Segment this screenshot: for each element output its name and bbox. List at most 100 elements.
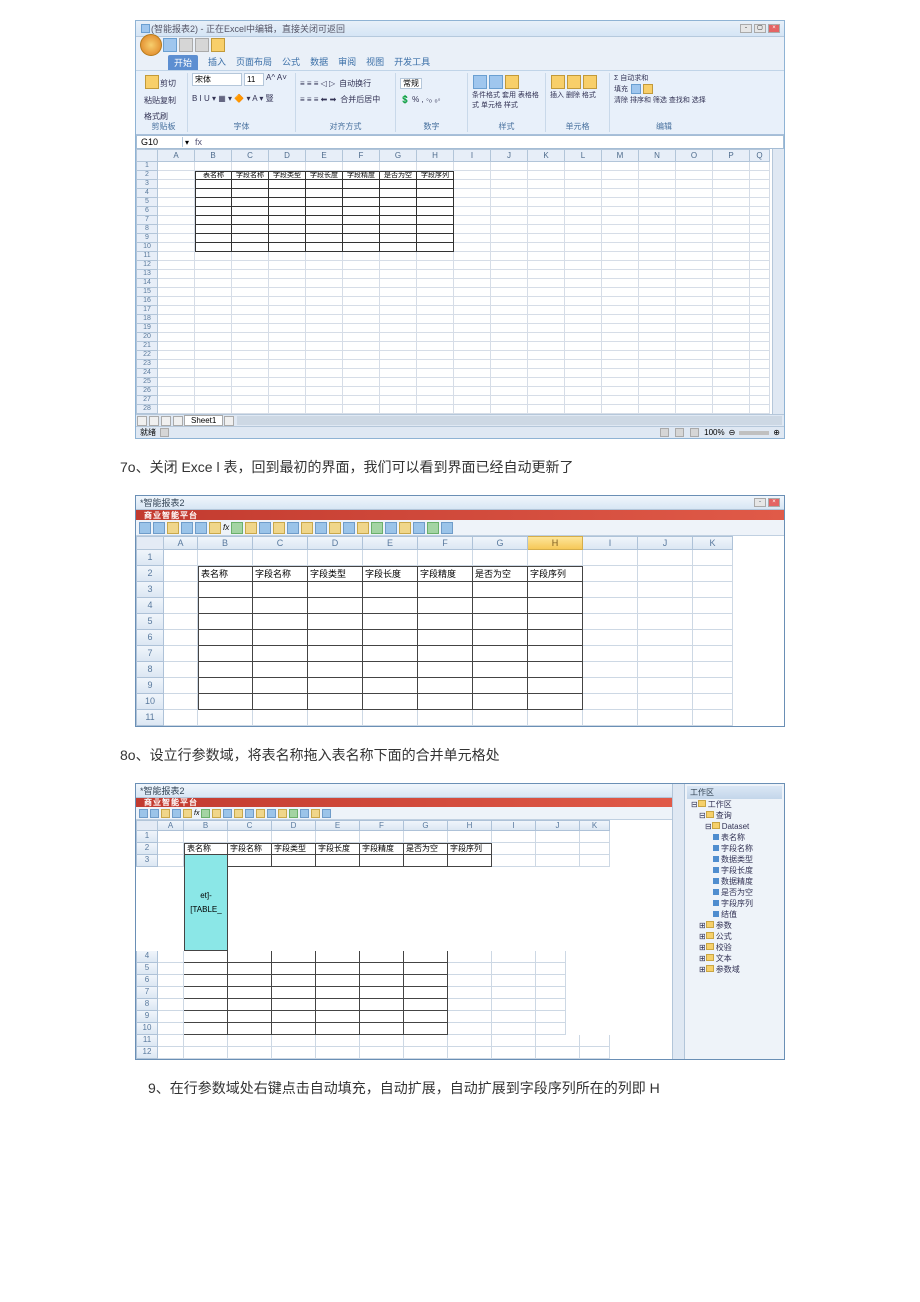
tab-formula[interactable]: 公式 (282, 55, 300, 70)
cell[interactable] (164, 710, 198, 726)
cell[interactable] (750, 207, 770, 216)
cell[interactable] (639, 288, 676, 297)
col-header[interactable]: A (164, 536, 198, 550)
cell[interactable] (750, 234, 770, 243)
cell[interactable] (343, 360, 380, 369)
cell[interactable] (491, 333, 528, 342)
vertical-scrollbar[interactable] (672, 784, 684, 1059)
tool-icon[interactable] (245, 522, 257, 534)
cell[interactable] (184, 831, 228, 843)
cell[interactable] (676, 351, 713, 360)
cell[interactable] (473, 582, 528, 598)
row-header[interactable]: 2 (136, 566, 164, 582)
cell[interactable] (417, 234, 454, 243)
cell[interactable] (363, 694, 418, 710)
cell[interactable] (639, 315, 676, 324)
tool-icon[interactable] (150, 809, 159, 818)
cell[interactable] (454, 234, 491, 243)
cell[interactable] (417, 297, 454, 306)
row-header[interactable]: 6 (136, 207, 158, 216)
tool-icon[interactable] (427, 522, 439, 534)
cell[interactable] (565, 171, 602, 180)
cell[interactable] (195, 180, 232, 189)
cell[interactable]: 字段精度 (343, 171, 380, 180)
cell[interactable] (639, 234, 676, 243)
cell[interactable] (492, 1035, 536, 1047)
cell[interactable] (380, 405, 417, 414)
cell[interactable] (639, 252, 676, 261)
cell[interactable] (676, 234, 713, 243)
cell[interactable]: 表名称 (198, 566, 253, 582)
cell[interactable] (639, 171, 676, 180)
cell[interactable] (418, 710, 473, 726)
font-style-icons[interactable]: B I U ▾ ▦ ▾ 🔶 ▾ A ▾ 豎 (192, 94, 274, 103)
cell[interactable] (676, 189, 713, 198)
cell[interactable] (308, 582, 363, 598)
cell[interactable] (269, 270, 306, 279)
cell[interactable] (491, 405, 528, 414)
tree-field-item[interactable]: 结值 (687, 909, 782, 920)
cell[interactable] (536, 975, 566, 987)
cell[interactable] (454, 342, 491, 351)
cell[interactable] (158, 1023, 184, 1035)
cell[interactable] (583, 630, 638, 646)
cell[interactable]: 字段精度 (360, 843, 404, 855)
cell[interactable] (272, 999, 316, 1011)
cell[interactable] (713, 198, 750, 207)
tool-icon[interactable] (223, 809, 232, 818)
cell[interactable] (473, 662, 528, 678)
cell[interactable] (676, 297, 713, 306)
tree-item[interactable]: ⊟查询 (687, 810, 782, 821)
cell[interactable] (565, 252, 602, 261)
cell[interactable] (491, 252, 528, 261)
row-header[interactable]: 17 (136, 306, 158, 315)
cell[interactable] (272, 963, 316, 975)
cell[interactable]: 是否为空 (473, 566, 528, 582)
cell[interactable] (583, 582, 638, 598)
cell[interactable] (454, 261, 491, 270)
cell[interactable] (491, 234, 528, 243)
cell[interactable] (363, 710, 418, 726)
cell[interactable] (639, 162, 676, 171)
cell[interactable] (693, 630, 733, 646)
cell[interactable] (473, 598, 528, 614)
cell[interactable] (528, 207, 565, 216)
cell[interactable] (228, 975, 272, 987)
cell[interactable] (158, 288, 195, 297)
col-header[interactable]: E (363, 536, 418, 550)
col-header[interactable]: F (343, 149, 380, 162)
tool-icon[interactable] (259, 522, 271, 534)
cell[interactable] (269, 198, 306, 207)
tool-icon[interactable] (139, 809, 148, 818)
cell[interactable] (713, 207, 750, 216)
tool-icon[interactable] (343, 522, 355, 534)
cell[interactable] (306, 405, 343, 414)
cell[interactable] (184, 1023, 228, 1035)
cell[interactable] (184, 975, 228, 987)
tool-icon[interactable] (329, 522, 341, 534)
cell[interactable] (164, 662, 198, 678)
cell[interactable] (404, 831, 448, 843)
sheet-nav-next[interactable] (161, 416, 171, 426)
cell[interactable] (269, 297, 306, 306)
font-name-select[interactable]: 宋体 (192, 73, 242, 86)
report-grid[interactable]: ABCDEFGHIJK 12表名称字段名称字段类型字段长度字段精度是否为空字段序… (136, 820, 672, 1059)
cell[interactable]: 是否为空 (404, 843, 448, 855)
cell[interactable] (269, 189, 306, 198)
cell[interactable] (528, 261, 565, 270)
cell[interactable] (473, 646, 528, 662)
cell[interactable] (602, 387, 639, 396)
cell[interactable] (158, 987, 184, 999)
cell[interactable] (454, 360, 491, 369)
row-header[interactable]: 14 (136, 279, 158, 288)
cell[interactable] (343, 387, 380, 396)
cell[interactable] (269, 279, 306, 288)
cell[interactable] (454, 270, 491, 279)
cell[interactable] (363, 678, 418, 694)
row-header[interactable]: 8 (136, 662, 164, 678)
cell[interactable] (164, 678, 198, 694)
cell[interactable] (528, 396, 565, 405)
cell[interactable] (528, 297, 565, 306)
tool-icon[interactable] (267, 809, 276, 818)
cell[interactable] (253, 598, 308, 614)
